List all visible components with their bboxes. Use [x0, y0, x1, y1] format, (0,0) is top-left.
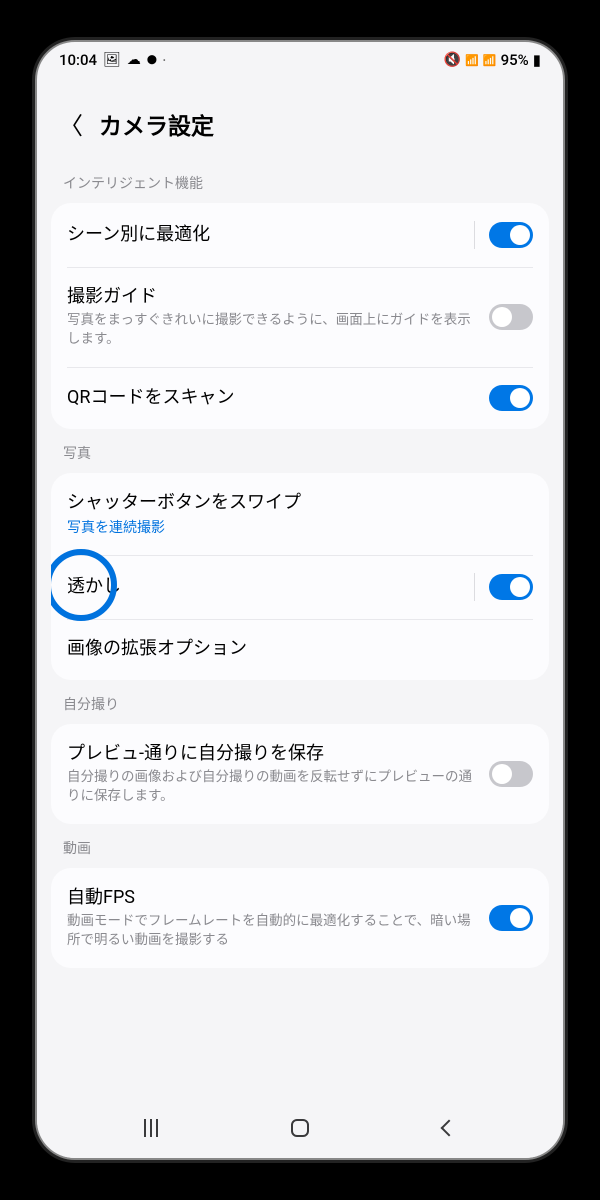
status-right: 🔇 📶 📶 95% ▮	[444, 51, 541, 69]
row-main: シャッターボタンをスワイプ写真を連続撮影	[67, 491, 533, 537]
toggle-separator	[474, 573, 475, 601]
page-title: カメラ設定	[99, 107, 214, 141]
settings-card: シャッターボタンをスワイプ写真を連続撮影透かし画像の拡張オプション	[51, 473, 549, 680]
toggle-knob	[510, 577, 530, 597]
settings-row[interactable]: シャッターボタンをスワイプ写真を連続撮影	[51, 473, 549, 555]
nav-bar	[37, 1098, 563, 1158]
battery-text: 95%	[501, 51, 529, 69]
home-icon	[291, 1119, 309, 1137]
toggle-switch[interactable]	[489, 905, 533, 931]
row-link[interactable]: 写真を連続撮影	[67, 517, 533, 537]
gallery-icon: 🖼	[103, 52, 121, 68]
settings-card: 自動FPS動画モードでフレームレートを自動的に最適化することで、暗い場所で明るい…	[51, 868, 549, 968]
battery-icon: ▮	[533, 51, 541, 69]
row-title: シーン別に最適化	[67, 223, 460, 247]
row-title: 画像の拡張オプション	[67, 637, 533, 661]
section-header: 写真	[37, 429, 563, 473]
section-header: 動画	[37, 824, 563, 868]
section-header: 自分撮り	[37, 680, 563, 724]
settings-scroll[interactable]: インテリジェント機能シーン別に最適化撮影ガイド写真をまっすぐきれいに撮影できるよ…	[37, 159, 563, 1097]
nav-back-button[interactable]	[399, 1108, 499, 1148]
toggle-knob	[510, 908, 530, 928]
toggle-switch[interactable]	[489, 304, 533, 330]
toggle-knob	[492, 307, 512, 327]
toggle-knob	[510, 225, 530, 245]
settings-row[interactable]: プレビュ-通りに自分撮りを保存自分撮りの画像および自分撮りの動画を反転せずにプレ…	[51, 724, 549, 824]
row-main: シーン別に最適化	[67, 223, 460, 247]
section-header: インテリジェント機能	[37, 159, 563, 203]
settings-row[interactable]: QRコードをスキャン	[51, 367, 549, 429]
dot-small-icon: •	[163, 56, 166, 65]
row-main: QRコードをスキャン	[67, 386, 475, 410]
row-description: 動画モードでフレームレートを自動的に最適化することで、暗い場所で明るい動画を撮影…	[67, 912, 475, 950]
row-title: 撮影ガイド	[67, 285, 475, 309]
toggle-switch[interactable]	[489, 761, 533, 787]
row-title: シャッターボタンをスワイプ	[67, 491, 533, 515]
settings-row[interactable]: 自動FPS動画モードでフレームレートを自動的に最適化することで、暗い場所で明るい…	[51, 868, 549, 968]
row-title: 透かし	[67, 575, 460, 599]
settings-card: プレビュ-通りに自分撮りを保存自分撮りの画像および自分撮りの動画を反転せずにプレ…	[51, 724, 549, 824]
settings-row[interactable]: 透かし	[51, 555, 549, 619]
recents-icon	[144, 1119, 158, 1137]
row-title: QRコードをスキャン	[67, 386, 475, 410]
mute-icon: 🔇	[444, 52, 461, 68]
row-main: 撮影ガイド写真をまっすぐきれいに撮影できるように、画面上にガイドを表示します。	[67, 285, 475, 349]
settings-row[interactable]: 撮影ガイド写真をまっすぐきれいに撮影できるように、画面上にガイドを表示します。	[51, 267, 549, 367]
status-bar: 10:04 🖼 ☁ ⬤ • 🔇 📶 📶 95% ▮	[37, 42, 563, 78]
toggle-separator	[474, 221, 475, 249]
toggle-switch[interactable]	[489, 222, 533, 248]
row-title: 自動FPS	[67, 886, 475, 910]
toggle-switch[interactable]	[489, 385, 533, 411]
back-button[interactable]: 〈	[59, 106, 83, 141]
cloud-icon: ☁	[127, 52, 141, 68]
row-main: 自動FPS動画モードでフレームレートを自動的に最適化することで、暗い場所で明るい…	[67, 886, 475, 950]
toggle-knob	[492, 764, 512, 784]
header: 〈 カメラ設定	[37, 78, 563, 159]
row-description: 自分撮りの画像および自分撮りの動画を反転せずにプレビューの通りに保存します。	[67, 768, 475, 806]
toggle-knob	[510, 388, 530, 408]
row-title: プレビュ-通りに自分撮りを保存	[67, 742, 475, 766]
settings-row[interactable]: シーン別に最適化	[51, 203, 549, 267]
status-time: 10:04	[59, 51, 97, 69]
row-main: 画像の拡張オプション	[67, 637, 533, 661]
back-icon	[440, 1120, 457, 1137]
row-description: 写真をまっすぐきれいに撮影できるように、画面上にガイドを表示します。	[67, 311, 475, 349]
toggle-switch[interactable]	[489, 574, 533, 600]
dot-icon: ⬤	[147, 55, 157, 65]
signal-icon: 📶	[483, 54, 497, 67]
phone-frame: 10:04 🖼 ☁ ⬤ • 🔇 📶 📶 95% ▮ 〈 カメラ設定 インテリジェ…	[35, 40, 565, 1160]
status-left: 10:04 🖼 ☁ ⬤ •	[59, 51, 166, 69]
row-main: プレビュ-通りに自分撮りを保存自分撮りの画像および自分撮りの動画を反転せずにプレ…	[67, 742, 475, 806]
settings-card: シーン別に最適化撮影ガイド写真をまっすぐきれいに撮影できるように、画面上にガイド…	[51, 203, 549, 429]
nav-home-button[interactable]	[250, 1108, 350, 1148]
wifi-icon: 📶	[465, 54, 479, 67]
row-main: 透かし	[67, 575, 460, 599]
settings-row[interactable]: 画像の拡張オプション	[51, 619, 549, 679]
nav-recents-button[interactable]	[101, 1108, 201, 1148]
